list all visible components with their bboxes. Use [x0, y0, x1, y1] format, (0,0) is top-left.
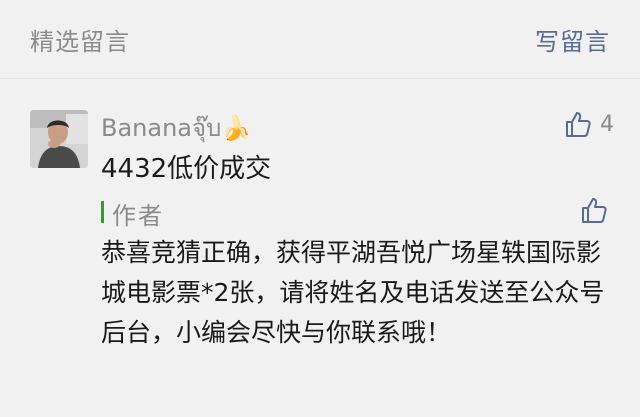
- write-comment-link[interactable]: 写留言: [535, 22, 610, 57]
- author-indicator-bar: [101, 201, 104, 223]
- comments-header: 精选留言 写留言: [0, 0, 640, 80]
- header-divider: [0, 78, 640, 79]
- thumbs-up-icon: [582, 198, 607, 223]
- section-title: 精选留言: [30, 28, 130, 56]
- reply-like-button[interactable]: [580, 196, 610, 226]
- comment-like-button[interactable]: 4: [564, 109, 614, 139]
- author-reply-text: 恭喜竞猜正确，获得平湖吾悦广场星轶国际影城电影票*2张，请将姓名及电话发送至公众…: [101, 238, 605, 347]
- author-reply-label: 作者: [112, 202, 164, 230]
- like-count: 4: [600, 111, 614, 137]
- comment-nickname: Bananaจุ๊บ🍌: [101, 114, 252, 142]
- avatar[interactable]: [30, 110, 88, 168]
- comment-text: 4432低价成交: [101, 154, 272, 184]
- avatar-photo: [30, 110, 88, 168]
- thumbs-up-icon: [566, 112, 591, 137]
